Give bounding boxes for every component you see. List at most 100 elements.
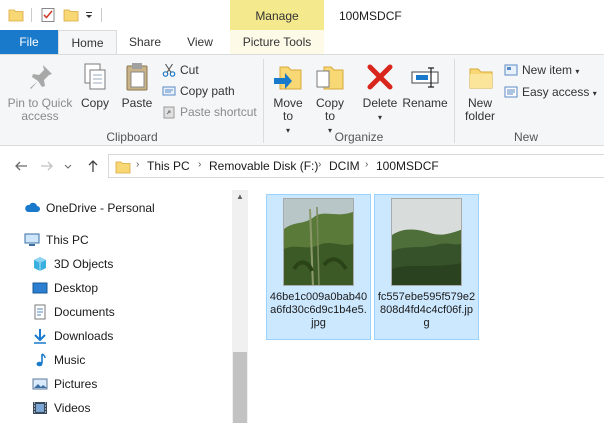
tab-view[interactable]: View [174, 30, 226, 54]
forest-photo-thumbnail [284, 199, 353, 285]
move-to-label: Move to [273, 96, 303, 123]
breadcrumb-chevron-icon[interactable]: › [365, 159, 368, 170]
copy-to-icon [316, 66, 344, 90]
new-item-label: New item [522, 63, 573, 77]
tab-share[interactable]: Share [120, 30, 170, 54]
breadcrumb-chevron-icon[interactable]: › [318, 159, 321, 170]
title-bar: Manage 100MSDCF [0, 0, 604, 30]
cut-button[interactable]: Cut [162, 61, 199, 79]
qat-separator [101, 8, 102, 22]
easy-access-button[interactable]: Easy access ▾ [504, 83, 597, 101]
desktop-icon [32, 282, 48, 294]
back-arrow-icon[interactable] [13, 158, 29, 174]
new-folder-icon [469, 68, 493, 89]
rename-button[interactable]: Rename [402, 61, 448, 110]
nav-item-label: Downloads [54, 329, 114, 343]
nav-item-label: 3D Objects [54, 257, 114, 271]
tab-home[interactable]: Home [58, 30, 117, 55]
window-title: 100MSDCF [339, 9, 402, 23]
download-icon [34, 329, 46, 344]
file-name: fc557ebe595f579e2808d4fd4c4cf06f.jpg [377, 291, 476, 329]
copy-path-button[interactable]: Copy path [162, 82, 235, 100]
paste-shortcut-icon [163, 106, 175, 119]
new-folder-label: New folder [464, 96, 496, 123]
delete-label: Delete [362, 96, 398, 110]
nav-item-label: Music [54, 353, 86, 367]
new-folder-icon[interactable] [63, 7, 79, 23]
qat-separator [31, 8, 32, 22]
nav-item-label: This PC [46, 233, 89, 247]
breadcrumb-chevron-icon[interactable]: › [198, 159, 201, 170]
dropdown-arrow-icon: ▾ [377, 113, 382, 122]
copy-label: Copy [80, 96, 109, 110]
copy-to-button[interactable]: Copy to ▾ [310, 61, 350, 137]
new-group-label: New [513, 130, 538, 144]
new-item-icon [504, 64, 518, 76]
customize-qat-icon[interactable] [84, 7, 94, 23]
up-arrow-icon[interactable] [85, 158, 101, 174]
paste-button[interactable]: Paste [118, 61, 156, 110]
dropdown-arrow-icon: ▾ [592, 89, 597, 98]
breadcrumb-this-pc[interactable]: This PC [147, 159, 190, 173]
music-icon [36, 353, 46, 367]
forward-arrow-icon[interactable] [39, 158, 55, 174]
breadcrumb-removable-disk[interactable]: Removable Disk (F:) [209, 159, 318, 173]
manage-label: Manage [255, 9, 299, 23]
nav-item-label: OneDrive - Personal [46, 201, 155, 215]
delete-button[interactable]: Delete ▾ [360, 61, 400, 124]
nav-item-label: Videos [54, 401, 91, 415]
copy-path-label: Copy path [180, 84, 235, 98]
computer-icon [24, 233, 40, 246]
paste-shortcut-button[interactable]: Paste shortcut [162, 103, 257, 121]
copy-path-icon [162, 86, 176, 96]
rename-label: Rename [402, 96, 448, 110]
new-item-button[interactable]: New item ▾ [504, 61, 579, 79]
new-folder-button[interactable]: New folder [458, 61, 502, 123]
navigation-pane: OneDrive - Personal This PC 3D Objects D… [0, 186, 248, 423]
nav-item-label: Documents [54, 305, 115, 319]
move-to-icon [274, 66, 302, 90]
pin-to-quick-access-button[interactable]: Pin to Quick access [4, 61, 76, 123]
copy-icon [84, 63, 106, 90]
ribbon-separator [454, 59, 455, 143]
copy-to-label: Copy to [315, 96, 344, 123]
navpane-scrollbar[interactable]: ▲ [232, 190, 248, 423]
video-icon [33, 402, 47, 414]
clipboard-group-label: Clipboard [106, 130, 158, 144]
pin-icon [30, 65, 52, 89]
file-name: 46be1c009a0bab40a6fd30c6d9c1b4e5.jpg [269, 291, 368, 329]
cut-label: Cut [180, 63, 199, 77]
copy-button[interactable]: Copy [76, 61, 114, 110]
file-item[interactable]: fc557ebe595f579e2808d4fd4c4cf06f.jpg [374, 194, 479, 340]
scrollbar-thumb[interactable] [233, 352, 247, 423]
properties-icon[interactable] [40, 7, 56, 23]
manage-context-tab[interactable]: Manage [230, 0, 324, 30]
folder-icon[interactable] [8, 7, 24, 23]
breadcrumb-dcim[interactable]: DCIM [329, 159, 360, 173]
paste-shortcut-label: Paste shortcut [180, 105, 257, 119]
tab-file[interactable]: File [0, 30, 58, 54]
cube-icon [34, 257, 46, 271]
breadcrumb-current-folder[interactable]: 100MSDCF [376, 159, 439, 173]
ribbon-tabs: File Home Share View Picture Tools [0, 30, 604, 55]
delete-x-icon [367, 64, 393, 90]
address-bar[interactable]: › This PC › Removable Disk (F:) › DCIM ›… [108, 154, 604, 178]
navigation-bar: › This PC › Removable Disk (F:) › DCIM ›… [0, 146, 604, 186]
tab-picture-tools[interactable]: Picture Tools [230, 30, 324, 54]
nav-item-label: Pictures [54, 377, 98, 391]
easy-access-label: Easy access [522, 85, 590, 99]
ribbon-separator [263, 59, 264, 143]
paste-label: Paste [121, 96, 153, 110]
easy-access-icon [504, 86, 518, 98]
cloud-icon [25, 202, 40, 212]
scroll-up-arrow-icon[interactable]: ▲ [232, 190, 248, 204]
move-to-button[interactable]: Move to ▾ [268, 61, 308, 137]
file-item[interactable]: 46be1c009a0bab40a6fd30c6d9c1b4e5.jpg [266, 194, 371, 340]
recent-locations-icon[interactable] [63, 158, 73, 174]
folder-icon [115, 161, 131, 174]
pictures-icon [32, 378, 48, 390]
file-list: 46be1c009a0bab40a6fd30c6d9c1b4e5.jpg fc5… [252, 186, 604, 423]
image-thumbnail [391, 198, 462, 286]
organize-group-label: Organize [334, 130, 384, 144]
breadcrumb-chevron-icon[interactable]: › [136, 159, 139, 170]
